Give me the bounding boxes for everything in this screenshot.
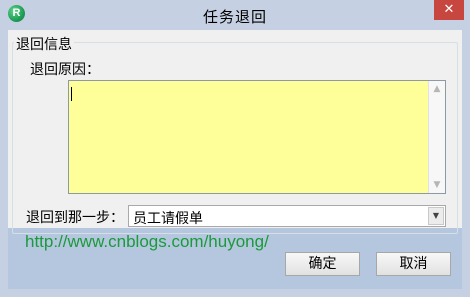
chevron-down-icon[interactable]: ▼ xyxy=(429,177,445,193)
reason-textarea[interactable]: ▲ ▼ xyxy=(68,80,446,194)
ok-button[interactable]: 确定 xyxy=(285,252,360,276)
title-bar[interactable]: R 任务退回 ✕ xyxy=(0,0,470,30)
watermark-url: http://www.cnblogs.com/huyong/ xyxy=(25,232,269,251)
return-step-label: 退回到那一步： xyxy=(26,210,124,226)
vertical-scrollbar[interactable]: ▲ ▼ xyxy=(428,81,445,193)
close-button[interactable]: ✕ xyxy=(434,0,464,20)
dialog-body: 退回信息 退回原因： ▲ ▼ 退回到那一步： 员工请假单 ▼ http://ww… xyxy=(8,30,462,289)
return-step-value: 员工请假单 xyxy=(133,211,203,227)
task-return-dialog: R 任务退回 ✕ 退回信息 退回原因： ▲ ▼ 退回到那一步： 员工请假单 ▼ … xyxy=(0,0,470,297)
cancel-button[interactable]: 取消 xyxy=(376,252,451,276)
close-icon: ✕ xyxy=(443,2,455,17)
return-step-select[interactable]: 员工请假单 ▼ xyxy=(128,205,446,227)
dropdown-arrow-icon[interactable]: ▼ xyxy=(428,207,444,225)
window-title: 任务退回 xyxy=(202,8,267,26)
group-title: 退回信息 xyxy=(14,34,74,54)
reason-label: 退回原因： xyxy=(30,62,100,78)
chevron-up-icon[interactable]: ▲ xyxy=(429,81,445,97)
text-caret xyxy=(71,87,72,101)
